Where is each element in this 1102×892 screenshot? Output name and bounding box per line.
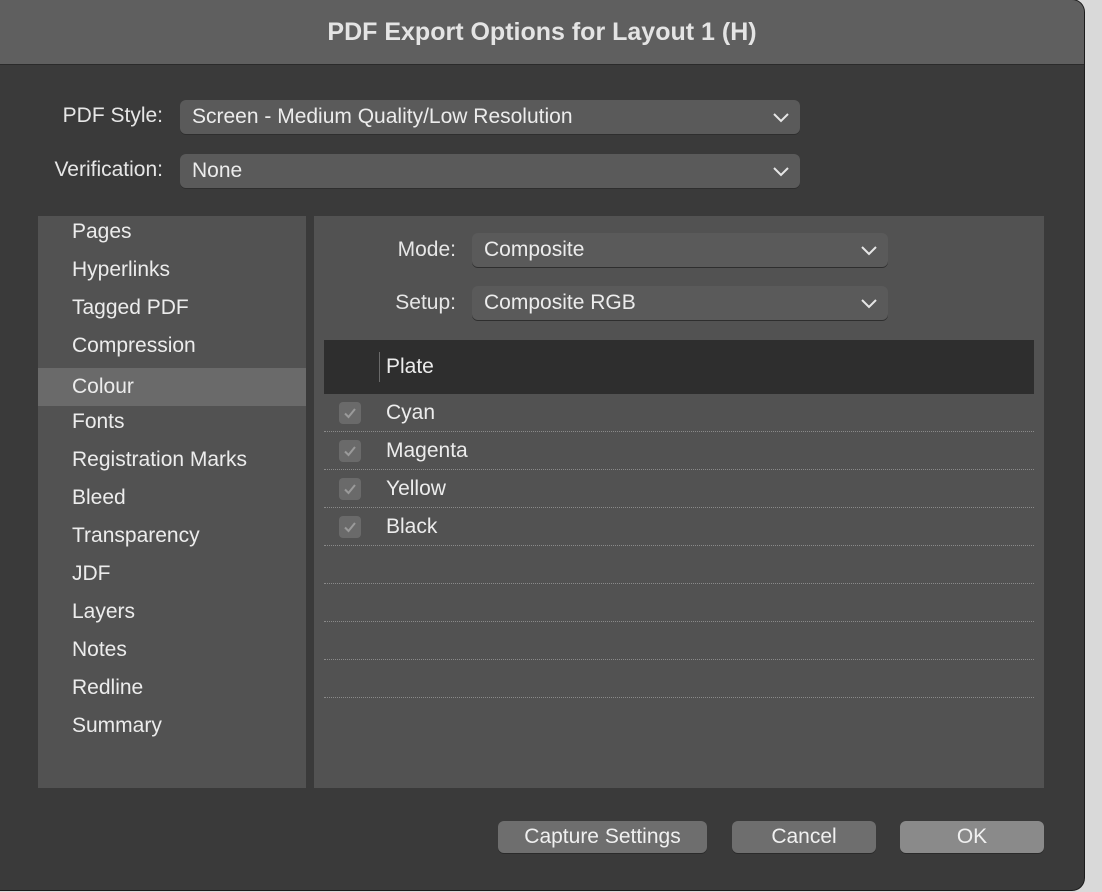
- verification-dropdown[interactable]: None: [180, 154, 800, 188]
- plates-table-header: Plate: [324, 340, 1034, 394]
- mode-label: Mode:: [397, 238, 456, 261]
- sidebar-item-colour[interactable]: Colour: [38, 368, 306, 406]
- plate-row: Black: [324, 508, 1034, 546]
- setup-dropdown[interactable]: Composite RGB: [472, 286, 888, 320]
- sidebar-item-registration-marks[interactable]: Registration Marks: [38, 441, 306, 479]
- setup-value: Composite RGB: [484, 291, 636, 314]
- sidebar-item-bleed[interactable]: Bleed: [38, 479, 306, 517]
- cancel-button[interactable]: Cancel: [732, 821, 876, 853]
- plate-checkbox[interactable]: [339, 440, 361, 462]
- plate-row: Magenta: [324, 432, 1034, 470]
- column-divider: [379, 352, 380, 382]
- plate-name: Yellow: [386, 476, 446, 500]
- plate-name: Black: [386, 514, 438, 538]
- dialog-title: PDF Export Options for Layout 1 (H): [0, 0, 1084, 65]
- chevron-down-icon: [773, 113, 789, 123]
- pdf-style-value: Screen - Medium Quality/Low Resolution: [192, 105, 573, 128]
- plate-name: Cyan: [386, 400, 436, 424]
- mode-value: Composite: [484, 238, 585, 261]
- capture-settings-button[interactable]: Capture Settings: [498, 821, 707, 853]
- plate-row: Cyan: [324, 394, 1034, 432]
- plate-checkbox[interactable]: [339, 402, 361, 424]
- sidebar-item-hyperlinks[interactable]: Hyperlinks: [38, 251, 306, 289]
- pdf-style-dropdown[interactable]: Screen - Medium Quality/Low Resolution: [180, 100, 800, 134]
- empty-row: [324, 660, 1034, 698]
- sidebar-item-notes[interactable]: Notes: [38, 631, 306, 669]
- chevron-down-icon: [861, 299, 877, 309]
- sidebar-item-compression[interactable]: Compression: [38, 327, 306, 365]
- mode-dropdown[interactable]: Composite: [472, 233, 888, 267]
- verification-label: Verification:: [54, 158, 163, 181]
- plate-name: Magenta: [386, 438, 468, 462]
- plate-checkbox[interactable]: [339, 478, 361, 500]
- sidebar-item-fonts[interactable]: Fonts: [38, 403, 306, 441]
- setup-label: Setup:: [395, 291, 456, 314]
- sidebar-item-summary[interactable]: Summary: [38, 707, 306, 745]
- colour-panel: Mode: Composite Setup: Composite RGB Pla…: [314, 216, 1044, 788]
- sidebar-item-tagged-pdf[interactable]: Tagged PDF: [38, 289, 306, 327]
- checkmark-icon: [344, 484, 356, 495]
- empty-row: [324, 546, 1034, 584]
- plate-checkbox[interactable]: [339, 516, 361, 538]
- empty-row: [324, 622, 1034, 660]
- verification-value: None: [192, 159, 243, 182]
- plate-column-header[interactable]: Plate: [386, 340, 434, 394]
- pdf-export-dialog: PDF Export Options for Layout 1 (H) PDF …: [0, 0, 1084, 890]
- chevron-down-icon: [861, 246, 877, 256]
- sidebar-item-transparency[interactable]: Transparency: [38, 517, 306, 555]
- sidebar-item-redline[interactable]: Redline: [38, 669, 306, 707]
- plate-row: Yellow: [324, 470, 1034, 508]
- checkmark-icon: [344, 446, 356, 457]
- checkmark-icon: [344, 408, 356, 419]
- pdf-style-label: PDF Style:: [62, 104, 163, 127]
- ok-button[interactable]: OK: [900, 821, 1044, 853]
- chevron-down-icon: [773, 167, 789, 177]
- sidebar-item-layers[interactable]: Layers: [38, 593, 306, 631]
- empty-row: [324, 584, 1034, 622]
- sidebar-item-pages[interactable]: Pages: [38, 213, 306, 251]
- checkmark-icon: [344, 522, 356, 533]
- sidebar-item-jdf[interactable]: JDF: [38, 555, 306, 593]
- options-sidebar: Pages Hyperlinks Tagged PDF Compression …: [38, 216, 306, 788]
